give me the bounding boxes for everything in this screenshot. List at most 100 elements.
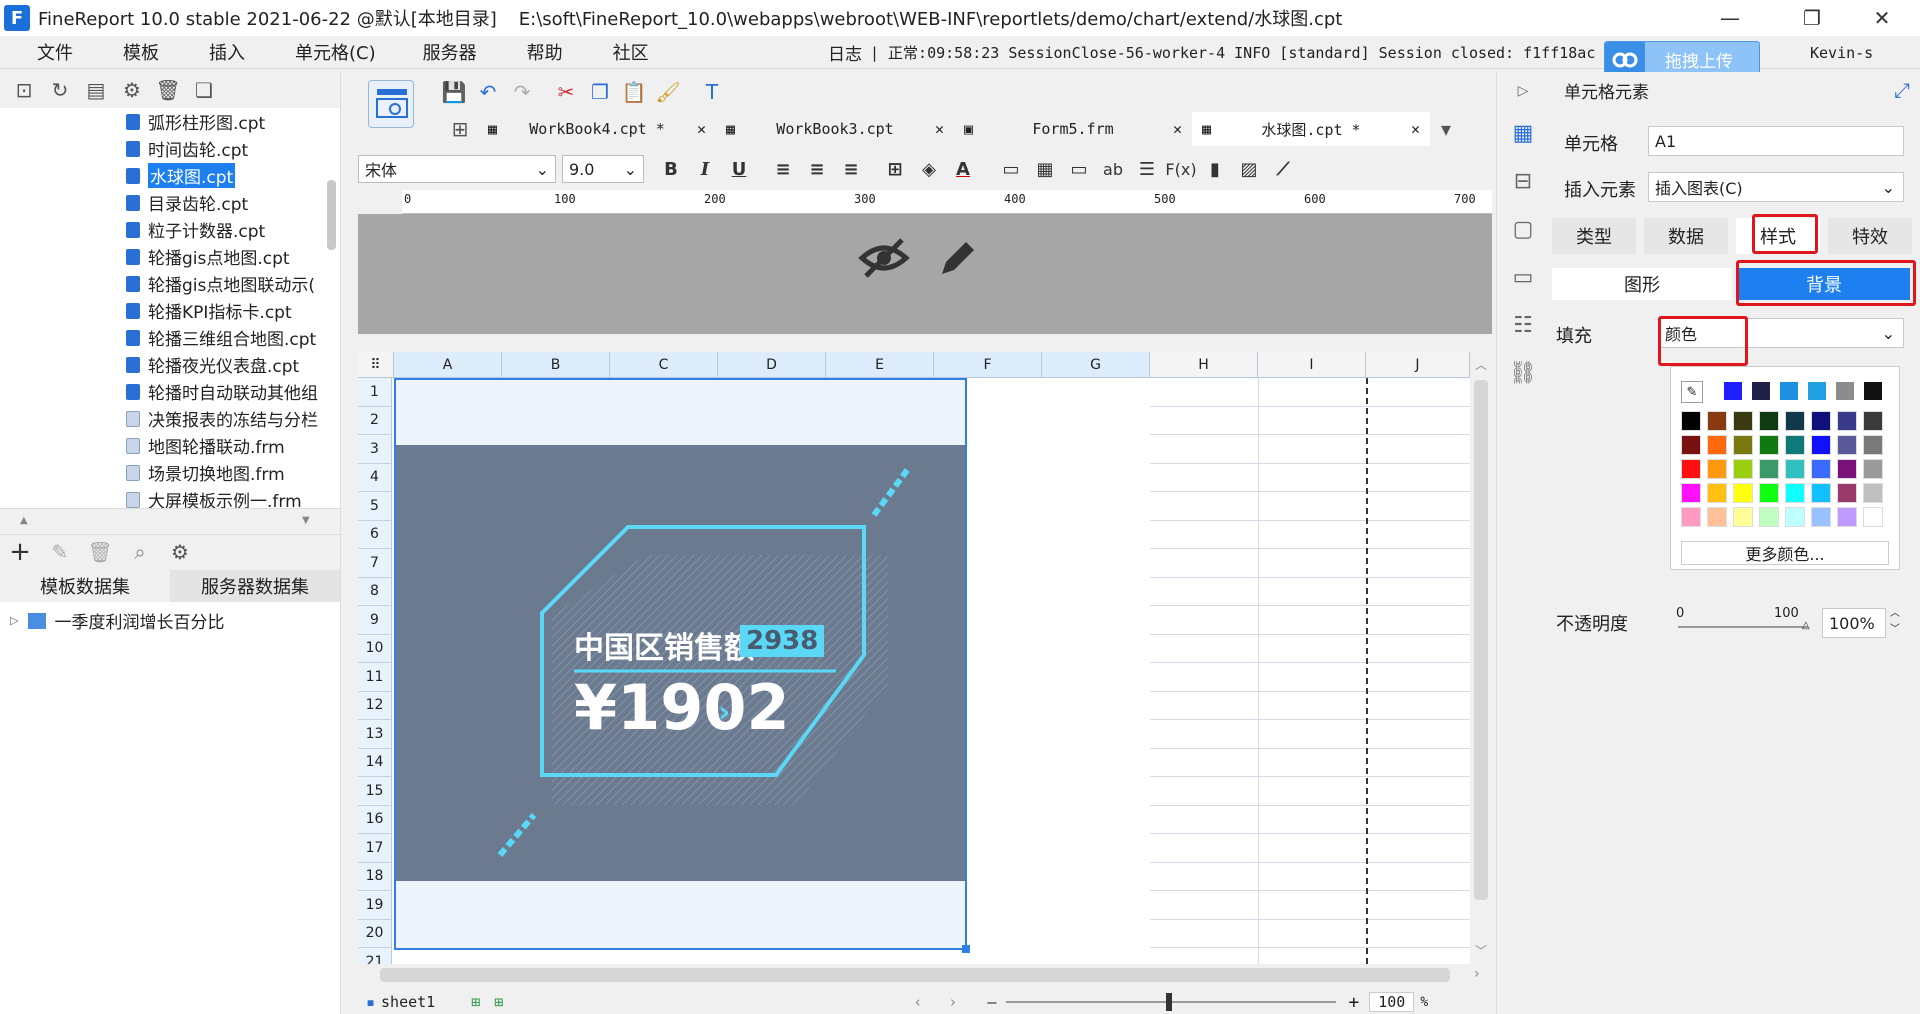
merge-cells-icon[interactable]: ▭	[994, 159, 1028, 180]
color-swatch[interactable]	[1811, 411, 1831, 431]
color-swatch[interactable]	[1863, 507, 1883, 527]
color-swatch[interactable]	[1681, 435, 1701, 455]
color-swatch[interactable]	[1759, 435, 1779, 455]
color-swatch[interactable]	[1811, 435, 1831, 455]
color-swatch[interactable]	[1785, 459, 1805, 479]
zoom-out-icon[interactable]: —	[987, 993, 996, 1011]
tab-form5[interactable]: ▣ Form5.frm ✕	[954, 112, 1192, 146]
menu-cell[interactable]: 单元格(C)	[270, 39, 401, 65]
row-header[interactable]: 20	[358, 919, 392, 948]
tree-item-selected[interactable]: 水球图.cpt	[0, 162, 340, 189]
scroll-right-icon[interactable]: ›	[1474, 966, 1480, 982]
add-sheet-icon[interactable]: ⊞	[471, 993, 480, 1011]
color-swatch[interactable]	[1681, 411, 1701, 431]
bar-chart-icon[interactable]: ▮	[1198, 159, 1232, 180]
row-header[interactable]: 18	[358, 862, 392, 891]
color-swatch[interactable]	[1759, 483, 1779, 503]
color-swatch[interactable]	[1733, 459, 1753, 479]
color-swatch[interactable]	[1707, 459, 1727, 479]
refresh-icon[interactable]: ↻	[48, 78, 72, 102]
tree-splitter[interactable]: ▲ ▼	[0, 508, 340, 532]
font-family-select[interactable]: 宋体 ⌄	[358, 155, 556, 183]
dataset-item[interactable]: ▷ 一季度利润增长百分比	[10, 608, 224, 633]
tab-template-dataset[interactable]: 模板数据集	[0, 570, 170, 602]
template-info-icon[interactable]: ▤	[84, 78, 108, 102]
opacity-spinner-icon[interactable]: ︿ ﹀	[1890, 606, 1900, 638]
table-grid-icon[interactable]: ▦	[1028, 159, 1062, 180]
tree-item[interactable]: 轮播三维组合地图.cpt	[0, 324, 340, 351]
color-swatch[interactable]	[1759, 459, 1779, 479]
eyedropper-icon[interactable]: ✎	[1681, 381, 1703, 403]
menu-help[interactable]: 帮助	[502, 39, 588, 65]
color-swatch[interactable]	[1811, 507, 1831, 527]
image-icon[interactable]: ▨	[1232, 159, 1266, 180]
log-label[interactable]: 日志	[828, 40, 862, 65]
color-swatch[interactable]	[1681, 483, 1701, 503]
tree-item[interactable]: 大屏模板示例一.frm	[0, 486, 340, 508]
h-scroll-thumb[interactable]	[380, 968, 1450, 982]
zoom-slider[interactable]	[1006, 993, 1337, 1011]
font-size-select[interactable]: 9.0 ⌄	[562, 155, 644, 183]
copy-icon[interactable]: ❐	[588, 80, 612, 104]
tree-scrollbar[interactable]	[327, 180, 336, 250]
close-tab-icon[interactable]: ✕	[935, 120, 944, 138]
row-header[interactable]: 6	[358, 520, 392, 549]
color-swatch[interactable]	[1863, 483, 1883, 503]
fill-color-icon[interactable]: ◈	[912, 159, 946, 180]
close-tab-icon[interactable]: ✕	[697, 120, 706, 138]
preview-icon[interactable]: ⌕	[128, 540, 152, 564]
color-swatch[interactable]	[1863, 381, 1883, 401]
zoom-slider-thumb[interactable]	[1166, 993, 1173, 1011]
row-header[interactable]: 14	[358, 748, 392, 777]
color-swatch[interactable]	[1733, 435, 1753, 455]
collapse-up-icon[interactable]: ▲	[20, 515, 28, 526]
more-colors-button[interactable]: 更多颜色...	[1681, 541, 1889, 565]
text-box-icon[interactable]: T	[700, 80, 724, 104]
scroll-down-icon[interactable]: ﹀	[1475, 942, 1487, 959]
color-swatch[interactable]	[1785, 435, 1805, 455]
row-header[interactable]: 15	[358, 777, 392, 806]
format-painter-icon[interactable]: 🖌	[655, 80, 680, 104]
hide-eye-icon[interactable]	[858, 236, 910, 284]
row-header[interactable]: 10	[358, 634, 392, 663]
insert-cell-icon[interactable]: ▭	[1062, 159, 1096, 180]
tab-type[interactable]: 类型	[1552, 218, 1636, 254]
row-header[interactable]: 4	[358, 463, 392, 492]
align-right-icon[interactable]: ≡	[834, 159, 868, 180]
column-header[interactable]: C	[610, 352, 718, 378]
color-swatch[interactable]	[1681, 507, 1701, 527]
color-swatch[interactable]	[1863, 459, 1883, 479]
delete-icon[interactable]: 🗑	[155, 78, 180, 102]
sheet-tab[interactable]: sheet1	[381, 993, 435, 1011]
color-swatch[interactable]	[1807, 381, 1827, 401]
border-icon[interactable]: ⊞	[878, 159, 912, 180]
tab-data[interactable]: 数据	[1644, 218, 1728, 254]
edit-pencil-icon[interactable]	[936, 236, 980, 284]
tab-server-dataset[interactable]: 服务器数据集	[170, 570, 340, 602]
minimize-icon[interactable]: —	[1700, 0, 1760, 36]
chart-cell-a1[interactable]: 中国区销售额 2938 ¥1902 ›	[394, 378, 970, 953]
row-header[interactable]: 2	[358, 406, 392, 435]
color-swatch[interactable]	[1837, 483, 1857, 503]
tree-item[interactable]: 轮播KPI指标卡.cpt	[0, 297, 340, 324]
cell-grid[interactable]	[1150, 378, 1470, 964]
row-header[interactable]: 16	[358, 805, 392, 834]
row-header[interactable]: 7	[358, 549, 392, 578]
tab-list-icon[interactable]: ▾	[1434, 117, 1458, 141]
color-swatch[interactable]	[1811, 459, 1831, 479]
cell-input[interactable]: A1	[1648, 126, 1904, 156]
close-tab-icon[interactable]: ✕	[1173, 120, 1182, 138]
save-icon[interactable]: 💾	[442, 80, 467, 104]
row-header[interactable]: 12	[358, 691, 392, 720]
color-swatch[interactable]	[1785, 483, 1805, 503]
tab-effects[interactable]: 特效	[1828, 218, 1912, 254]
tree-item[interactable]: 时间齿轮.cpt	[0, 135, 340, 162]
add-dataset-icon[interactable]: +	[8, 537, 32, 567]
align-left-icon[interactable]: ≡	[766, 159, 800, 180]
align-center-icon[interactable]: ≡	[800, 159, 834, 180]
color-swatch[interactable]	[1707, 435, 1727, 455]
color-swatch[interactable]	[1837, 411, 1857, 431]
font-color-icon[interactable]: A	[946, 159, 980, 180]
color-swatch[interactable]	[1759, 411, 1779, 431]
delete-icon[interactable]: 🗑	[87, 540, 112, 564]
